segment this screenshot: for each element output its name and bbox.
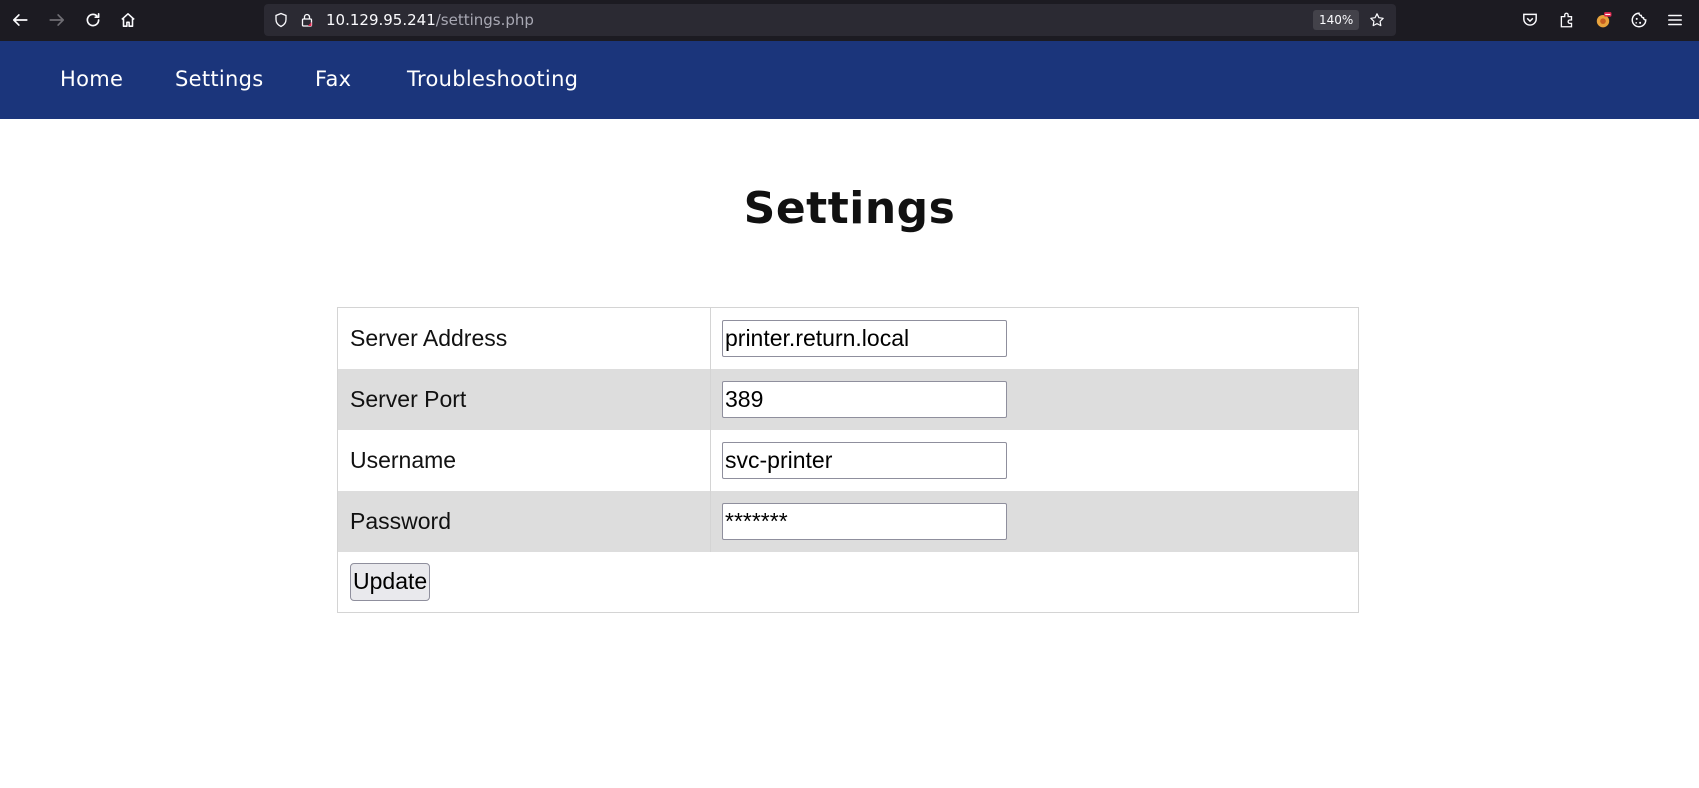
password-label: Password: [337, 490, 711, 552]
page-title: Settings: [743, 183, 956, 234]
table-row: Update: [338, 552, 1359, 613]
password-input[interactable]: [722, 502, 1007, 540]
settings-form-table: Server Address Server Port Username Pass…: [337, 307, 1359, 613]
url-host: 10.129.95.241: [326, 11, 436, 29]
profile-icon[interactable]: [1587, 4, 1619, 36]
home-icon[interactable]: [112, 4, 144, 36]
url-path: /settings.php: [435, 11, 534, 29]
table-row: Username: [337, 429, 1359, 491]
lock-icon[interactable]: [298, 11, 316, 29]
server-port-input[interactable]: [722, 380, 1007, 418]
update-button[interactable]: Update: [350, 562, 431, 601]
username-label: Username: [337, 429, 711, 491]
server-address-label: Server Address: [337, 307, 711, 369]
cookie-icon[interactable]: [1623, 4, 1655, 36]
nav-link-settings[interactable]: Settings: [175, 67, 264, 91]
url-bar[interactable]: 10.129.95.241/settings.php 140%: [264, 4, 1396, 36]
nav-link-troubleshooting[interactable]: Troubleshooting: [407, 67, 578, 91]
nav-link-fax[interactable]: Fax: [315, 67, 351, 91]
back-icon[interactable]: [4, 4, 36, 36]
zoom-level-badge[interactable]: 140%: [1313, 10, 1360, 30]
nav-link-home[interactable]: Home: [60, 67, 123, 91]
server-address-input[interactable]: [722, 319, 1007, 357]
url-text: 10.129.95.241/settings.php: [326, 11, 534, 29]
pocket-icon[interactable]: [1514, 4, 1546, 36]
server-port-label: Server Port: [337, 368, 711, 430]
forward-icon[interactable]: [41, 4, 73, 36]
username-input[interactable]: [722, 441, 1007, 479]
site-navbar: Home Settings Fax Troubleshooting: [0, 41, 1699, 119]
extensions-icon[interactable]: [1551, 4, 1583, 36]
reload-icon[interactable]: [77, 4, 109, 36]
shield-icon[interactable]: [272, 11, 290, 29]
menu-icon[interactable]: [1659, 4, 1691, 36]
browser-toolbar: 10.129.95.241/settings.php 140%: [0, 0, 1699, 41]
table-row: Password: [337, 490, 1359, 552]
table-row: Server Port: [337, 368, 1359, 430]
bookmark-star-icon[interactable]: [1368, 11, 1386, 29]
table-row: Server Address: [337, 307, 1359, 369]
